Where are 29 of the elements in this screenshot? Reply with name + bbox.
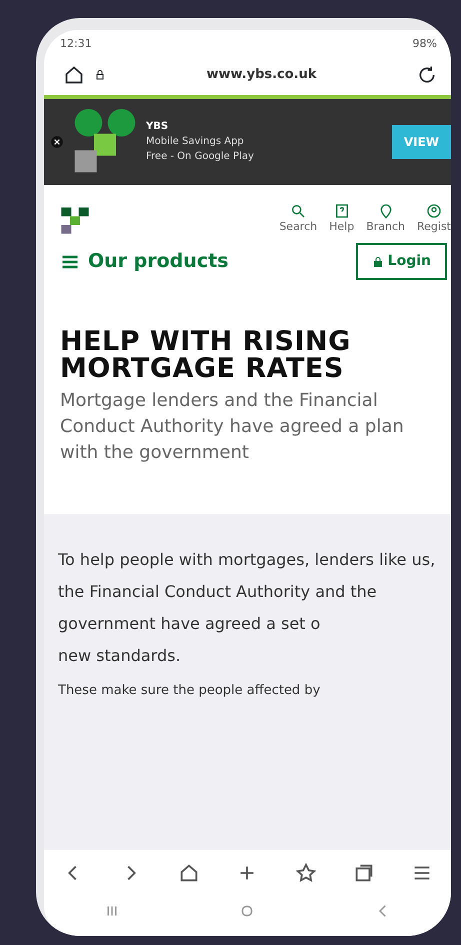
- star-icon[interactable]: [294, 862, 317, 884]
- products-menu[interactable]: Our products: [60, 247, 228, 276]
- lock-icon: [94, 68, 106, 80]
- logo-icon: [60, 205, 90, 235]
- article-paragraph: new standards.: [58, 645, 182, 668]
- close-icon[interactable]: [50, 134, 64, 148]
- hero-text: Mortgage lenders and the Financial Conduct Authority have agreed a plan with the government: [60, 389, 405, 466]
- url-text[interactable]: www.ybs.co.uk: [116, 64, 407, 84]
- home-icon[interactable]: [64, 64, 84, 84]
- branch-icon: [378, 202, 394, 218]
- status-time: 12:31: [60, 36, 92, 52]
- store-text: Free - On Google Play: [146, 150, 255, 164]
- register-icon: [426, 202, 442, 218]
- hero-heading: HELP WITH RISING MORTGAGE RATES: [60, 328, 352, 382]
- app-logo-icon: [72, 108, 138, 174]
- article-text: These make sure the people affected by: [58, 682, 322, 700]
- app-description: Mobile Savings App: [146, 135, 245, 149]
- help-link[interactable]: Help: [329, 202, 354, 235]
- app-name: YBS: [146, 120, 170, 134]
- battery-level: 98%: [412, 36, 437, 52]
- search-link[interactable]: Search: [279, 202, 318, 235]
- reload-icon[interactable]: [417, 64, 437, 84]
- login-button[interactable]: Login: [356, 243, 447, 280]
- help-icon: [334, 202, 350, 218]
- branch-link[interactable]: Branch: [366, 202, 405, 235]
- search-icon: [290, 202, 306, 218]
- register-link[interactable]: Regist: [417, 202, 451, 235]
- lock-icon: [372, 256, 384, 268]
- home-icon[interactable]: [178, 862, 200, 884]
